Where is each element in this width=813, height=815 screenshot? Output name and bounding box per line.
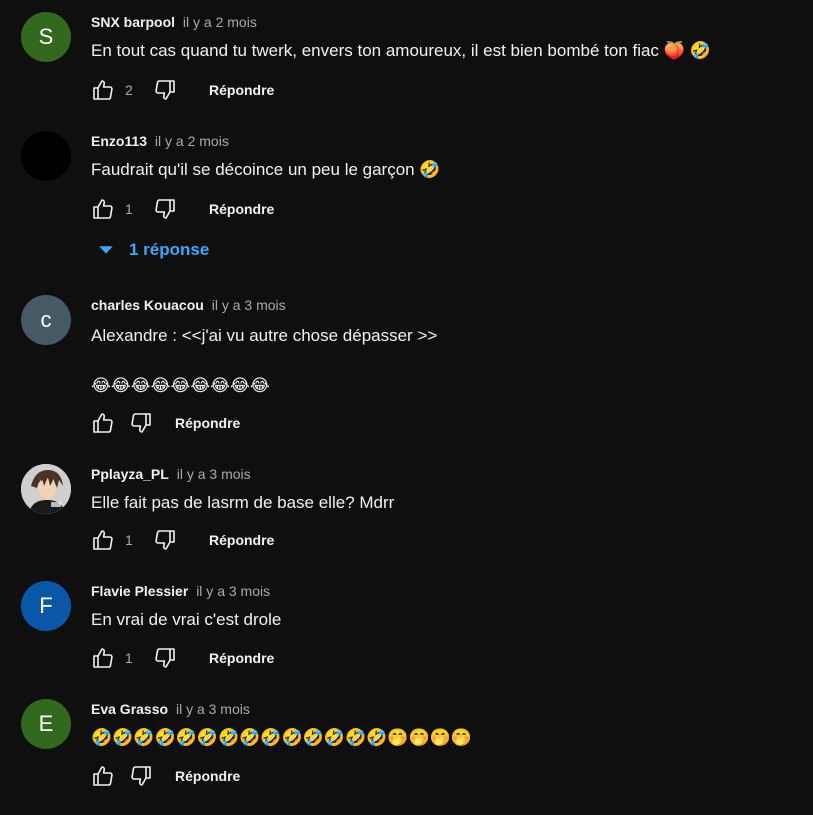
comment-timestamp[interactable]: il y a 2 mois bbox=[183, 14, 257, 30]
comment-thread: S SNX barpool il y a 2 mois En tout cas … bbox=[0, 0, 813, 815]
comment-text: En tout cas quand tu twerk, envers ton a… bbox=[91, 41, 711, 60]
dislike-button[interactable] bbox=[129, 764, 153, 788]
like-button[interactable] bbox=[91, 78, 115, 102]
thumb-up-icon bbox=[93, 530, 113, 550]
comment-author[interactable]: charles Kouacou bbox=[91, 297, 204, 313]
thumb-up-icon bbox=[93, 80, 113, 100]
comment-text: En vrai de vrai c'est drole bbox=[91, 610, 282, 629]
like-count: 1 bbox=[125, 532, 133, 548]
comment-text: Elle fait pas de lasrm de base elle? Mdr… bbox=[91, 493, 395, 512]
avatar[interactable]: S bbox=[21, 12, 71, 62]
avatar[interactable]: c bbox=[21, 295, 71, 345]
dislike-button[interactable] bbox=[153, 197, 177, 221]
thumb-up-icon bbox=[93, 413, 113, 433]
thumb-down-icon bbox=[155, 648, 175, 668]
replies-count-label: 1 réponse bbox=[129, 240, 210, 259]
avatar[interactable]: E bbox=[21, 699, 71, 749]
comment-author[interactable]: Flavie Plessier bbox=[91, 583, 188, 599]
thumb-down-icon bbox=[155, 199, 175, 219]
thumb-down-icon bbox=[155, 530, 175, 550]
thumb-up-icon bbox=[93, 766, 113, 786]
comment-actions: Répondre bbox=[91, 410, 240, 436]
comment-timestamp[interactable]: il y a 2 mois bbox=[155, 133, 229, 149]
comment-text: 🤣🤣🤣🤣🤣🤣🤣🤣🤣🤣🤣🤣🤣🤣🤭🤭🤭🤭 bbox=[91, 728, 473, 747]
thumb-up-icon bbox=[93, 199, 113, 219]
reply-button[interactable]: Répondre bbox=[209, 82, 274, 98]
reply-button[interactable]: Répondre bbox=[209, 650, 274, 666]
like-button[interactable] bbox=[91, 528, 115, 552]
like-button[interactable] bbox=[91, 411, 115, 435]
comment-text: Faudrait qu'il se décoince un peu le gar… bbox=[91, 160, 441, 179]
comment-text: Alexandre : <<j'ai vu autre chose dépass… bbox=[91, 326, 438, 395]
dislike-button[interactable] bbox=[153, 646, 177, 670]
like-button[interactable] bbox=[91, 646, 115, 670]
comment-author[interactable]: Pplayza_PL bbox=[91, 466, 169, 482]
comment-actions: 1 Répondre bbox=[91, 527, 274, 553]
chevron-down-icon bbox=[99, 246, 113, 254]
like-button[interactable] bbox=[91, 197, 115, 221]
comment-timestamp[interactable]: il y a 3 mois bbox=[177, 466, 251, 482]
avatar[interactable] bbox=[21, 131, 71, 181]
like-count: 1 bbox=[125, 201, 133, 217]
avatar-image bbox=[21, 464, 71, 514]
dislike-button[interactable] bbox=[153, 78, 177, 102]
comment-actions: 2 Répondre bbox=[91, 77, 274, 103]
comment-actions: 1 Répondre bbox=[91, 196, 274, 222]
comment-actions: Répondre bbox=[91, 763, 240, 789]
thumb-down-icon bbox=[131, 766, 151, 786]
thumb-down-icon bbox=[155, 80, 175, 100]
comment-author[interactable]: SNX barpool bbox=[91, 14, 175, 30]
thumb-up-icon bbox=[93, 648, 113, 668]
comment-timestamp[interactable]: il y a 3 mois bbox=[196, 583, 270, 599]
comment-author[interactable]: Enzo113 bbox=[91, 133, 147, 149]
show-replies-button[interactable]: 1 réponse bbox=[97, 240, 209, 260]
comment-author[interactable]: Eva Grasso bbox=[91, 701, 168, 717]
comment-timestamp[interactable]: il y a 3 mois bbox=[212, 297, 286, 313]
comment-actions: 1 Répondre bbox=[91, 645, 274, 671]
reply-button[interactable]: Répondre bbox=[209, 201, 274, 217]
avatar[interactable]: F bbox=[21, 581, 71, 631]
comment-timestamp[interactable]: il y a 3 mois bbox=[176, 701, 250, 717]
thumb-down-icon bbox=[131, 413, 151, 433]
reply-button[interactable]: Répondre bbox=[209, 532, 274, 548]
dislike-button[interactable] bbox=[153, 528, 177, 552]
like-count: 2 bbox=[125, 82, 133, 98]
dislike-button[interactable] bbox=[129, 411, 153, 435]
reply-button[interactable]: Répondre bbox=[175, 768, 240, 784]
like-button[interactable] bbox=[91, 764, 115, 788]
reply-button[interactable]: Répondre bbox=[175, 415, 240, 431]
like-count: 1 bbox=[125, 650, 133, 666]
avatar[interactable] bbox=[21, 464, 71, 514]
